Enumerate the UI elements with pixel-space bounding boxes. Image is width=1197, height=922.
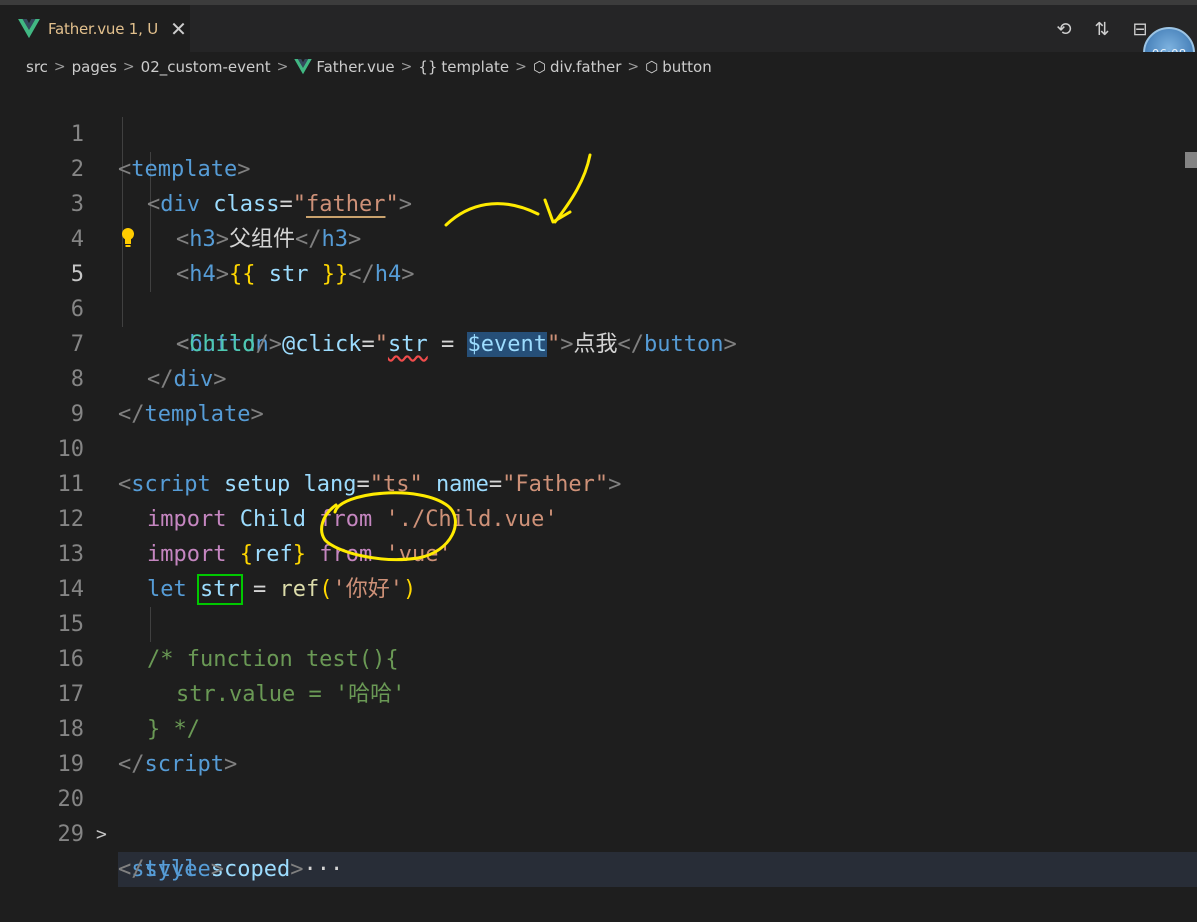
chevron-right-icon: > (400, 59, 413, 75)
tab-title: Father.vue 1, U (48, 19, 159, 38)
code-line[interactable]: 14 (0, 537, 1197, 602)
code-line[interactable]: 17 } */ (0, 642, 1197, 742)
code-line[interactable]: 19 (0, 712, 1197, 777)
breadcrumb-item-file[interactable]: Father.vue (316, 58, 394, 76)
chevron-right-icon: > (276, 59, 289, 75)
code-line[interactable]: 8 </template> (0, 327, 1197, 427)
editor-actions: ⟲ ⇅ ⊟ (1053, 19, 1151, 41)
code-line[interactable]: 16 str.value = '哈哈' (0, 607, 1197, 707)
code-line[interactable]: 7 </div> (0, 292, 1197, 392)
timeline-icon[interactable]: ⟲ (1053, 19, 1075, 41)
tab-father-vue[interactable]: Father.vue 1, U ✕ (0, 5, 191, 52)
breadcrumb-item-div[interactable]: div.father (550, 58, 621, 76)
code-line[interactable]: 1 <template> (0, 82, 1197, 182)
code-line[interactable]: 10 <script setup lang="ts" name="Father"… (0, 397, 1197, 497)
code-line[interactable]: 12 import {ref} from 'vue' (0, 467, 1197, 567)
code-line-active[interactable]: 5 <button @click="str = $event">点我</butt… (0, 222, 1197, 357)
code-line[interactable]: 4 <h4>{{ str }}</h4> (0, 187, 1197, 287)
close-icon[interactable]: ✕ (170, 19, 187, 39)
compare-changes-icon[interactable]: ⇅ (1091, 19, 1113, 41)
breadcrumb-item-pages[interactable]: pages (72, 58, 117, 76)
breadcrumb-item-template[interactable]: template (441, 58, 509, 76)
code-editor[interactable]: 1 <template> 2 <div class="father"> 3 <h… (0, 82, 1197, 887)
code-line[interactable]: 18 </script> (0, 677, 1197, 777)
folded-ellipsis[interactable]: ··· (303, 857, 343, 882)
chevron-right-icon[interactable]: > (96, 817, 107, 852)
code-line-folded[interactable]: 20 > <style scoped>··· (0, 747, 1197, 887)
braces-icon: {} (418, 58, 438, 76)
lightbulb-icon[interactable] (120, 227, 136, 249)
code-line[interactable]: 6 <Child/> (0, 257, 1197, 357)
code-line[interactable]: 15 /* function test(){ (0, 572, 1197, 672)
chevron-right-icon: > (515, 59, 527, 75)
code-line[interactable]: 9 (0, 362, 1197, 427)
chevron-right-icon: > (122, 59, 135, 75)
breadcrumb-item-folder[interactable]: 02_custom-event (141, 58, 271, 76)
breadcrumb: src > pages > 02_custom-event > Father.v… (0, 52, 1197, 82)
code-line[interactable]: 3 <h3>父组件</h3> (0, 152, 1197, 252)
code-line[interactable]: 29 </style> (0, 782, 1197, 882)
code-line[interactable]: 13 let str = ref('你好') (0, 502, 1197, 605)
vue-file-icon (294, 59, 313, 75)
chevron-right-icon: > (627, 59, 640, 75)
breadcrumb-item-src[interactable]: src (26, 58, 48, 76)
element-cube-icon: ⬡ (645, 58, 659, 76)
chevron-right-icon: > (53, 59, 66, 75)
tab-bar: Father.vue 1, U ✕ ⟲ ⇅ ⊟ 06:08 (0, 0, 1197, 79)
code-line[interactable]: 2 <div class="father"> (0, 117, 1197, 217)
code-line[interactable]: 11 import Child from './Child.vue' (0, 432, 1197, 532)
scrollbar-marker[interactable] (1185, 152, 1197, 168)
breadcrumb-item-button[interactable]: button (662, 58, 711, 76)
element-cube-icon: ⬡ (532, 58, 546, 76)
line-number: 29 (57, 822, 85, 847)
vue-file-icon (18, 18, 40, 38)
